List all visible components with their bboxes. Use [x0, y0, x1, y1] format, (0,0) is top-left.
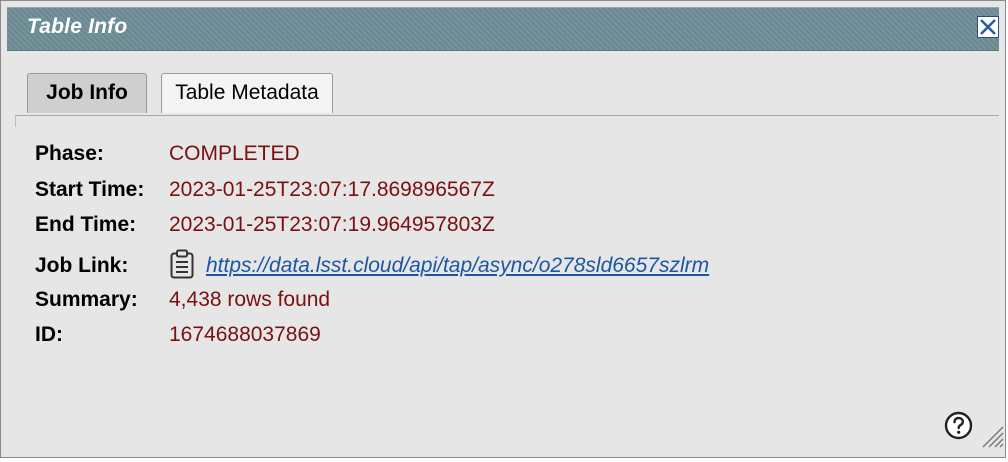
- resize-grip-icon[interactable]: [979, 421, 1005, 449]
- clipboard-icon[interactable]: [169, 249, 195, 279]
- dialog-titlebar[interactable]: Table Info: [7, 7, 999, 51]
- tab-panel-edge: [15, 115, 16, 127]
- tab-table-metadata[interactable]: Table Metadata: [161, 73, 333, 113]
- help-icon[interactable]: [944, 411, 973, 440]
- start-time-label: Start Time:: [35, 177, 145, 201]
- tab-job-info[interactable]: Job Info: [27, 73, 147, 113]
- dialog-title: Table Info: [27, 15, 128, 38]
- id-value: 1674688037869: [169, 323, 321, 346]
- summary-value: 4,438 rows found: [169, 287, 331, 311]
- job-link-label: Job Link:: [35, 253, 129, 277]
- start-time-value: 2023-01-25T23:07:17.869896567Z: [169, 177, 495, 201]
- end-time-label: End Time:: [35, 213, 137, 236]
- table-info-dialog: Table Info Job Info Table Metadata Phase…: [0, 0, 1006, 458]
- end-time-value: 2023-01-25T23:07:19.964957803Z: [169, 213, 495, 236]
- summary-label: Summary:: [35, 287, 138, 311]
- tab-panel-divider: [15, 115, 999, 116]
- job-link[interactable]: https://data.lsst.cloud/api/tap/async/o2…: [206, 254, 709, 278]
- close-icon[interactable]: [977, 16, 999, 38]
- phase-value: COMPLETED: [169, 142, 300, 165]
- id-label: ID:: [35, 323, 63, 346]
- phase-label: Phase:: [35, 142, 104, 165]
